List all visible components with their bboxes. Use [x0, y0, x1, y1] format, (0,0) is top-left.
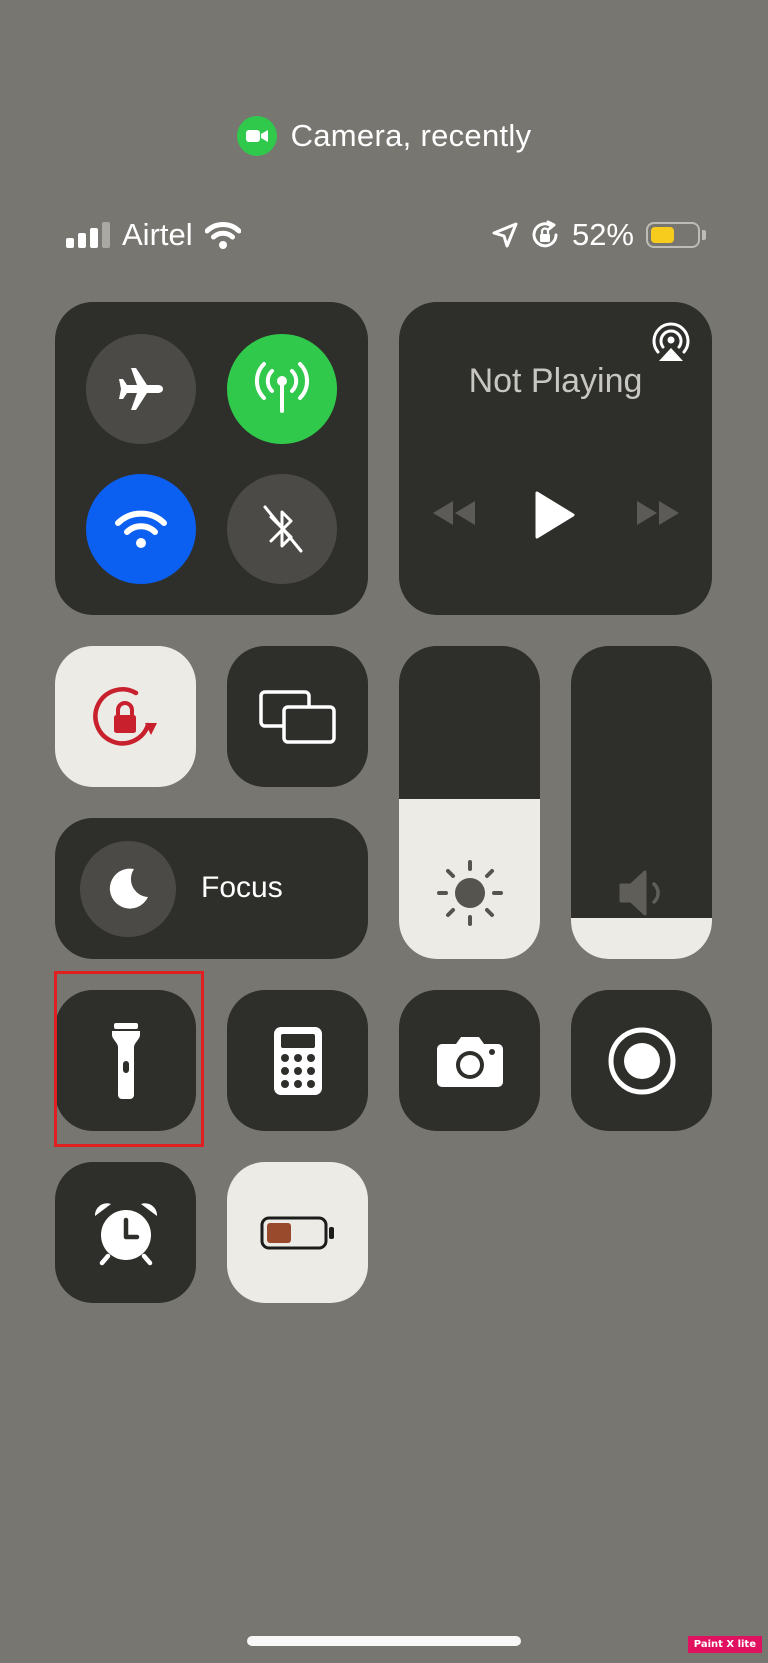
- brightness-slider[interactable]: [399, 646, 540, 959]
- airplay-audio-icon[interactable]: [650, 322, 692, 362]
- airplane-icon: [116, 364, 166, 414]
- camera-usage-text: Camera, recently: [290, 118, 532, 153]
- orientation-lock-status-icon: [530, 220, 560, 250]
- calculator-button[interactable]: [227, 990, 368, 1131]
- now-playing-status: Not Playing: [468, 362, 643, 400]
- flashlight-highlight-box: [54, 971, 204, 1147]
- battery-percentage: 52%: [571, 217, 634, 252]
- low-battery-icon: [260, 1216, 336, 1250]
- camera-icon: [436, 1034, 504, 1088]
- now-playing-module[interactable]: Not Playing: [399, 302, 712, 615]
- wifi-toggle[interactable]: [86, 474, 196, 584]
- bluetooth-off-icon: [257, 501, 307, 557]
- volume-level-fill: [571, 918, 712, 959]
- connectivity-module: [55, 302, 368, 615]
- battery-status-icon: [646, 222, 706, 248]
- volume-slider[interactable]: [571, 646, 712, 959]
- speaker-icon: [617, 868, 669, 918]
- play-icon[interactable]: [531, 490, 577, 540]
- record-icon: [607, 1026, 677, 1096]
- focus-icon-circle: [80, 841, 176, 937]
- antenna-icon: [252, 359, 312, 419]
- focus-label: Focus: [201, 871, 283, 904]
- camera-usage-indicator[interactable]: Camera, recently: [0, 108, 768, 164]
- rewind-icon[interactable]: [429, 498, 477, 528]
- cellular-signal-icon: [66, 222, 110, 248]
- moon-icon: [104, 865, 152, 913]
- bluetooth-toggle[interactable]: [227, 474, 337, 584]
- camera-button[interactable]: [399, 990, 540, 1131]
- status-bar-left: Airtel: [66, 210, 241, 260]
- focus-button[interactable]: Focus: [55, 818, 368, 959]
- cellular-data-toggle[interactable]: [227, 334, 337, 444]
- wifi-icon: [114, 508, 168, 550]
- watermark-badge: Paint X lite: [687, 1636, 762, 1653]
- screen-recording-button[interactable]: [571, 990, 712, 1131]
- video-camera-icon: [236, 116, 277, 156]
- home-indicator[interactable]: [247, 1636, 521, 1646]
- screen-mirroring-icon: [258, 689, 338, 745]
- alarm-clock-icon: [91, 1200, 161, 1266]
- orientation-lock-toggle[interactable]: [55, 646, 196, 787]
- orientation-lock-icon: [86, 677, 166, 757]
- calculator-icon: [272, 1025, 324, 1097]
- wifi-status-icon: [204, 221, 241, 249]
- fast-forward-icon[interactable]: [635, 498, 683, 528]
- carrier-name: Airtel: [122, 217, 193, 252]
- location-arrow-icon: [492, 222, 518, 248]
- low-power-mode-toggle[interactable]: [227, 1162, 368, 1303]
- brightness-sun-icon: [435, 858, 505, 928]
- screen-mirroring-button[interactable]: [227, 646, 368, 787]
- airplane-mode-toggle[interactable]: [86, 334, 196, 444]
- status-bar-right: 52%: [492, 210, 706, 260]
- alarm-button[interactable]: [55, 1162, 196, 1303]
